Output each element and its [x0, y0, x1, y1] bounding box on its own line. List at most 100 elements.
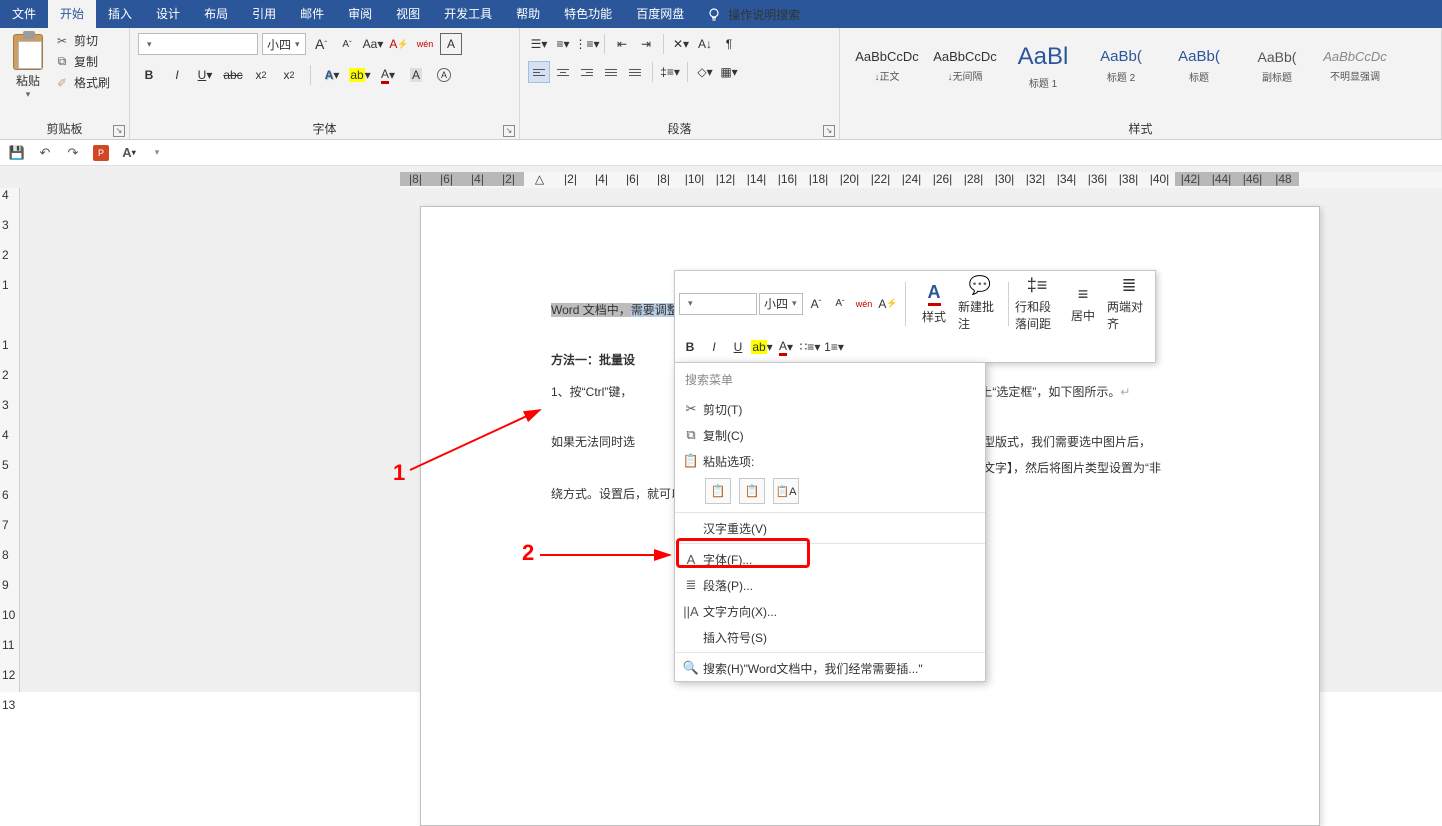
- paste-keep-source[interactable]: 📋: [705, 478, 731, 504]
- font-name-combo[interactable]: ▾: [138, 33, 258, 55]
- style-item-3[interactable]: AaBb(标题 2: [1082, 32, 1160, 100]
- ctx-search-input[interactable]: 搜索菜单: [678, 366, 982, 393]
- mini-highlight[interactable]: ab▾: [751, 336, 773, 358]
- mini-font-combo[interactable]: ▾: [679, 293, 757, 315]
- font-launcher[interactable]: ↘: [503, 125, 515, 137]
- mini-size-combo[interactable]: 小四▾: [759, 293, 803, 315]
- ctx-insert-symbol[interactable]: 插入符号(S): [675, 624, 985, 650]
- align-distribute-button[interactable]: [624, 61, 646, 83]
- numbering-button[interactable]: ≡▾: [552, 33, 574, 55]
- subscript-button[interactable]: x2: [250, 64, 272, 86]
- ctx-copy[interactable]: 复制(C): [675, 422, 985, 448]
- underline-button[interactable]: U▾: [194, 64, 216, 86]
- mini-grow-font[interactable]: Aˆ: [805, 293, 827, 315]
- save-button[interactable]: 💾: [8, 144, 26, 162]
- style-item-2[interactable]: AaBl标题 1: [1004, 32, 1082, 100]
- tab-baidu[interactable]: 百度网盘: [624, 0, 696, 28]
- tab-review[interactable]: 审阅: [336, 0, 384, 28]
- tab-help[interactable]: 帮助: [504, 0, 552, 28]
- mini-line-spacing-button[interactable]: ‡≡行和段落间距: [1015, 275, 1059, 332]
- align-center-button[interactable]: [552, 61, 574, 83]
- tell-me-search[interactable]: 操作说明搜索: [696, 6, 810, 23]
- mini-italic[interactable]: I: [703, 336, 725, 358]
- align-left-button[interactable]: [528, 61, 550, 83]
- mini-numbering[interactable]: 1≡▾: [823, 336, 845, 358]
- outdent-button[interactable]: ⇤: [611, 33, 633, 55]
- highlight-button[interactable]: ab▾: [349, 64, 371, 86]
- tab-insert[interactable]: 插入: [96, 0, 144, 28]
- tab-layout[interactable]: 布局: [192, 0, 240, 28]
- paste-merge[interactable]: 📋: [739, 478, 765, 504]
- style-item-5[interactable]: AaBb(副标题: [1238, 32, 1316, 100]
- style-item-6[interactable]: AaBbCcDc不明显强调: [1316, 32, 1394, 100]
- vertical-ruler[interactable]: 432112345678910111213: [0, 188, 20, 692]
- tab-mail[interactable]: 邮件: [288, 0, 336, 28]
- mini-shrink-font[interactable]: Aˇ: [829, 293, 851, 315]
- ctx-smart-search[interactable]: 🔍搜索(H)"Word文档中，我们经常需要插...": [675, 655, 985, 681]
- text-effects-qat[interactable]: A▾: [120, 144, 138, 162]
- bullets-button[interactable]: ☰▾: [528, 33, 550, 55]
- qat-customize[interactable]: ▾: [148, 144, 166, 162]
- borders-button[interactable]: ▦▾: [718, 61, 740, 83]
- sort-button[interactable]: A↓: [694, 33, 716, 55]
- mini-justify-button[interactable]: ≣两端对齐: [1107, 275, 1151, 332]
- strike-button[interactable]: abc: [222, 64, 244, 86]
- mini-center-button[interactable]: ≡居中: [1061, 284, 1105, 324]
- redo-button[interactable]: ↷: [64, 144, 82, 162]
- selected-text[interactable]: Word 文档中，: [551, 303, 631, 317]
- ctx-cut[interactable]: 剪切(T): [675, 396, 985, 422]
- multilevel-button[interactable]: ⋮≡▾: [576, 33, 598, 55]
- tab-references[interactable]: 引用: [240, 0, 288, 28]
- format-painter-button[interactable]: 格式刷: [54, 74, 110, 91]
- char-shading-button[interactable]: A: [405, 64, 427, 86]
- tab-home[interactable]: 开始: [48, 0, 96, 28]
- mini-styles-button[interactable]: A样式: [912, 282, 956, 325]
- show-marks-button[interactable]: ¶: [718, 33, 740, 55]
- asian-layout-button[interactable]: ✕▾: [670, 33, 692, 55]
- tab-design[interactable]: 设计: [144, 0, 192, 28]
- superscript-button[interactable]: x2: [278, 64, 300, 86]
- enclosed-char-button[interactable]: A: [433, 64, 455, 86]
- font-size-combo[interactable]: 小四▾: [262, 33, 306, 55]
- mini-new-comment-button[interactable]: 💬新建批注: [958, 275, 1002, 332]
- ctx-paragraph[interactable]: ≣段落(P)...: [675, 572, 985, 598]
- grow-font-button[interactable]: Aˆ: [310, 33, 332, 55]
- tab-special[interactable]: 特色功能: [552, 0, 624, 28]
- paste-text-only[interactable]: 📋A: [773, 478, 799, 504]
- mini-bold[interactable]: B: [679, 336, 701, 358]
- style-item-1[interactable]: AaBbCcDc↓无间隔: [926, 32, 1004, 100]
- char-border-button[interactable]: A: [440, 33, 462, 55]
- paste-button[interactable]: 粘贴 ▾: [8, 32, 48, 102]
- mini-bullets[interactable]: ∷≡▾: [799, 336, 821, 358]
- change-case-button[interactable]: Aa▾: [362, 33, 384, 55]
- powerpoint-button[interactable]: P: [92, 144, 110, 162]
- cut-button[interactable]: 剪切: [54, 32, 110, 49]
- mini-pinyin[interactable]: wén: [853, 293, 875, 315]
- italic-button[interactable]: I: [166, 64, 188, 86]
- style-item-0[interactable]: AaBbCcDc↓正文: [848, 32, 926, 100]
- tab-dev[interactable]: 开发工具: [432, 0, 504, 28]
- align-justify-button[interactable]: [600, 61, 622, 83]
- ctx-text-direction[interactable]: ||A文字方向(X)...: [675, 598, 985, 624]
- shading-button[interactable]: ◇▾: [694, 61, 716, 83]
- indent-button[interactable]: ⇥: [635, 33, 657, 55]
- mini-underline[interactable]: U: [727, 336, 749, 358]
- mini-clear-format[interactable]: A⚡: [877, 293, 899, 315]
- align-right-button[interactable]: [576, 61, 598, 83]
- paragraph-launcher[interactable]: ↘: [823, 125, 835, 137]
- tab-file[interactable]: 文件: [0, 0, 48, 28]
- tab-view[interactable]: 视图: [384, 0, 432, 28]
- copy-button[interactable]: 复制: [54, 53, 110, 70]
- style-item-4[interactable]: AaBb(标题: [1160, 32, 1238, 100]
- text-effects-button[interactable]: A▾: [321, 64, 343, 86]
- clipboard-launcher[interactable]: ↘: [113, 125, 125, 137]
- pinyin-button[interactable]: wén: [414, 33, 436, 55]
- line-spacing-button[interactable]: ‡≡▾: [659, 61, 681, 83]
- shrink-font-button[interactable]: Aˇ: [336, 33, 358, 55]
- clear-format-button[interactable]: A⚡: [388, 33, 410, 55]
- bold-button[interactable]: B: [138, 64, 160, 86]
- mini-font-color[interactable]: A▾: [775, 336, 797, 358]
- font-color-button[interactable]: A▾: [377, 64, 399, 86]
- undo-button[interactable]: ↶: [36, 144, 54, 162]
- horizontal-ruler[interactable]: |8||6||4||2|△|2||4||6||8||10||12||14||16…: [400, 172, 1442, 188]
